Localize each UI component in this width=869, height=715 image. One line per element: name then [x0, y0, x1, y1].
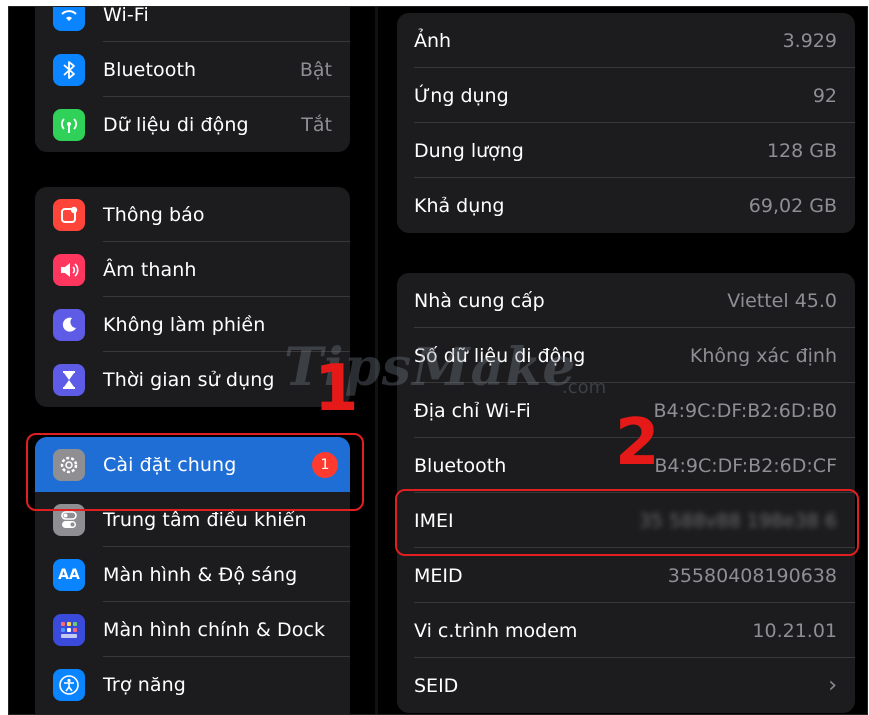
sidebar-item-home-screen[interactable]: Màn hình chính & Dock — [35, 602, 350, 657]
sidebar-item-label: Thông báo — [103, 203, 205, 226]
sidebar-item-accessibility[interactable]: Trợ năng — [35, 657, 350, 712]
sidebar-item-label: Màn hình chính & Dock — [103, 618, 326, 641]
info-value: B4:9C:DF:B2:6D:B0 — [653, 399, 837, 422]
sound-icon — [53, 253, 85, 286]
screenshot-frame: Wi-Fi Bluetooth Bật Dữ liệu di động Tắt — [8, 6, 868, 715]
info-value: 92 — [812, 84, 837, 107]
watermark-suffix: .com — [562, 377, 607, 398]
text-size-icon: AA — [53, 558, 85, 591]
info-value: 128 GB — [766, 139, 837, 162]
sidebar-item-cellular[interactable]: Dữ liệu di động Tắt — [35, 97, 350, 152]
info-label: Địa chỉ Wi-Fi — [414, 399, 531, 422]
connectivity-group: Wi-Fi Bluetooth Bật Dữ liệu di động Tắt — [35, 6, 350, 152]
grid-icon — [53, 613, 85, 646]
sidebar-item-label: Thời gian sử dụng — [103, 368, 275, 391]
sidebar-item-label: Trợ năng — [103, 673, 186, 696]
sidebar-item-label: Bluetooth — [103, 58, 197, 81]
info-row-meid[interactable]: MEID 35580408190638 — [397, 548, 855, 603]
sidebar-item-bluetooth[interactable]: Bluetooth Bật — [35, 42, 350, 97]
sidebar-item-label: Wi-Fi — [103, 6, 149, 26]
storage-info-group: Ảnh 3.929 Ứng dụng 92 Dung lượng 128 GB … — [397, 13, 855, 233]
info-label: Bluetooth — [414, 454, 507, 477]
info-label: MEID — [414, 564, 463, 587]
step-number-2: 2 — [615, 406, 660, 480]
highlight-imei-box — [395, 489, 859, 556]
info-label: Khả dụng — [414, 194, 505, 217]
cellular-icon — [53, 108, 85, 141]
notifications-icon — [53, 198, 85, 231]
sidebar-item-value: Tắt — [301, 113, 332, 136]
info-label: Ứng dụng — [414, 84, 509, 107]
info-value: 35580408190638 — [667, 564, 837, 587]
wifi-icon — [53, 7, 85, 31]
chevron-right-icon: › — [828, 673, 837, 698]
info-value: 69,02 GB — [748, 194, 837, 217]
sidebar-item-wifi[interactable]: Wi-Fi — [35, 6, 350, 42]
sidebar-item-notifications[interactable]: Thông báo — [35, 187, 350, 242]
info-label: SEID — [414, 674, 459, 697]
sidebar-item-label: Màn hình & Độ sáng — [103, 563, 298, 586]
highlight-general-box — [26, 433, 364, 511]
accessibility-icon — [53, 668, 85, 701]
info-label: Dung lượng — [414, 139, 524, 162]
sidebar-item-label: Trung tâm điều khiển — [103, 508, 307, 531]
sidebar-item-display[interactable]: AA Màn hình & Độ sáng — [35, 547, 350, 602]
info-row-capacity: Dung lượng 128 GB — [397, 123, 855, 178]
info-value: 10.21.01 — [752, 619, 837, 642]
info-row-available: Khả dụng 69,02 GB — [397, 178, 855, 233]
sidebar-item-value: Bật — [299, 58, 332, 81]
info-row-seid[interactable]: SEID › — [397, 658, 855, 713]
sidebar-item-label: Âm thanh — [103, 258, 197, 281]
info-value: 3.929 — [782, 29, 837, 52]
bluetooth-icon — [53, 53, 85, 86]
info-label: Ảnh — [414, 29, 452, 52]
info-label: Nhà cung cấp — [414, 289, 545, 312]
info-value: Không xác định — [689, 344, 837, 367]
moon-icon — [53, 308, 85, 341]
sidebar-item-label: Không làm phiền — [103, 313, 266, 336]
info-value: B4:9C:DF:B2:6D:CF — [654, 454, 837, 477]
sidebar-item-sounds[interactable]: Âm thanh — [35, 242, 350, 297]
info-row-modem-firmware: Vi c.trình modem 10.21.01 — [397, 603, 855, 658]
info-label: Vi c.trình modem — [414, 619, 578, 642]
info-row-photos: Ảnh 3.929 — [397, 13, 855, 68]
info-value: Viettel 45.0 — [727, 289, 837, 312]
step-number-1: 1 — [314, 352, 359, 426]
sidebar-item-label: Dữ liệu di động — [103, 113, 249, 136]
info-row-apps: Ứng dụng 92 — [397, 68, 855, 123]
info-row-carrier[interactable]: Nhà cung cấp Viettel 45.0 — [397, 273, 855, 328]
hourglass-icon — [53, 363, 85, 396]
